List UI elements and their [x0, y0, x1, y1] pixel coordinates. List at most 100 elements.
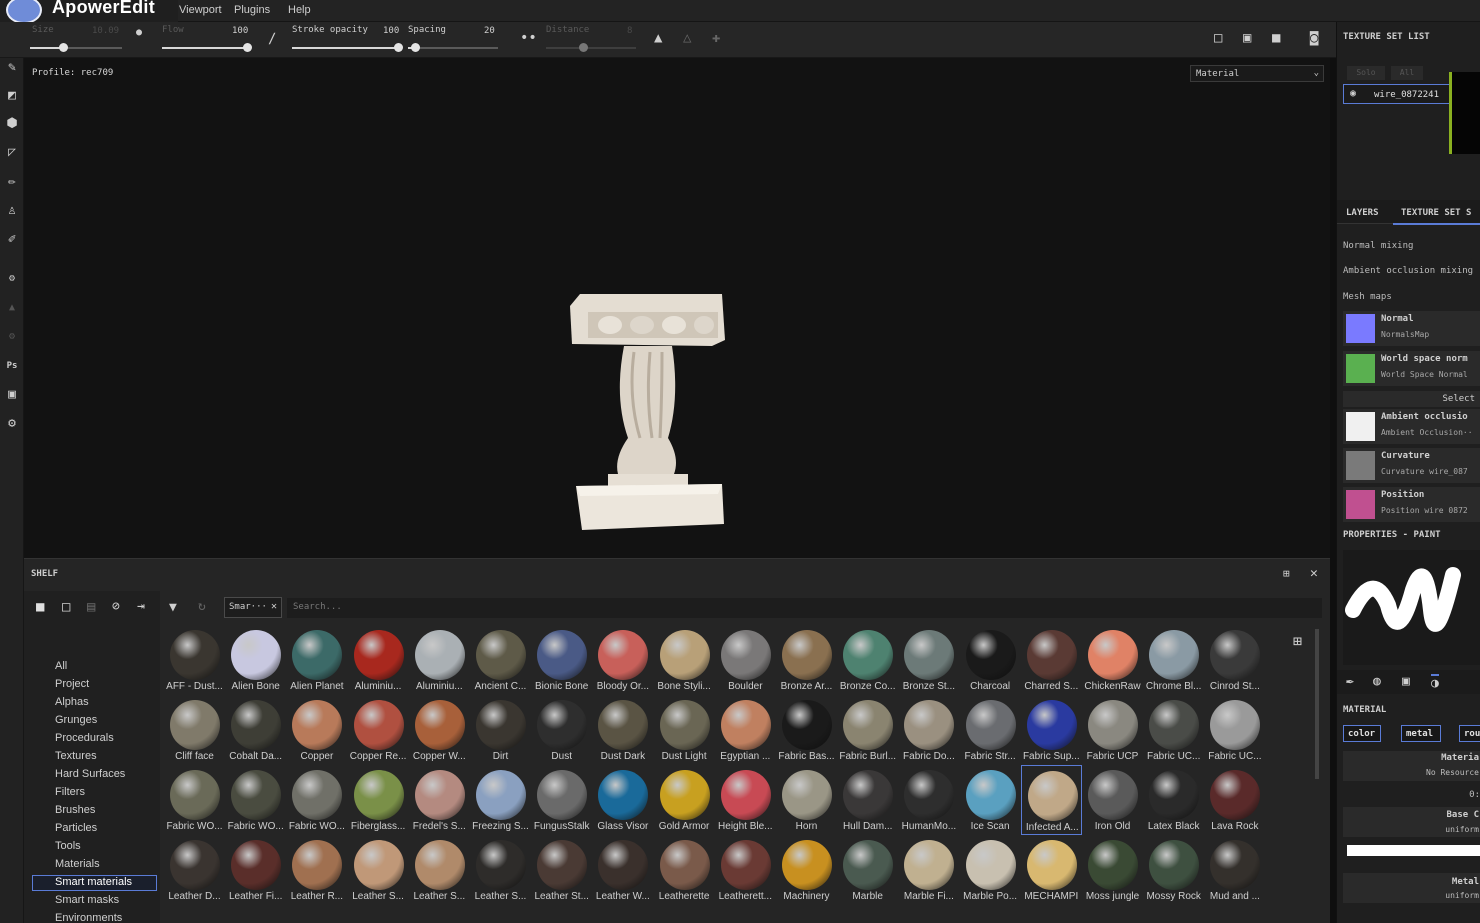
smudge-icon[interactable]: ✏ — [2, 172, 22, 192]
material-tile[interactable]: Fabric Str... — [960, 695, 1021, 765]
radio-icon[interactable]: ◉ — [1350, 88, 1356, 99]
category-hard-surfaces[interactable]: Hard Surfaces — [55, 768, 125, 780]
viewport-2d-icon[interactable]: □ — [1214, 30, 1222, 46]
mesh-map-slot[interactable]: Curvature Curvature wire_087 — [1343, 448, 1480, 483]
channel-metal-button[interactable]: metal — [1401, 725, 1441, 742]
flow-value[interactable]: 100 — [232, 26, 248, 36]
category-textures[interactable]: Textures — [55, 750, 97, 762]
channel-roughness-button[interactable]: rou — [1459, 725, 1480, 742]
hide-icon[interactable]: ⊘ — [112, 599, 120, 614]
material-tile[interactable]: FungusStalk — [531, 765, 592, 835]
screenshot-camera-icon[interactable]: ◙ — [1310, 30, 1318, 46]
eraser-icon[interactable]: ◩ — [2, 86, 22, 106]
material-tile[interactable]: Bloody Or... — [592, 625, 653, 695]
material-tile[interactable]: Gold Armor — [654, 765, 715, 835]
material-tile[interactable]: Mud and ... — [1204, 835, 1265, 905]
material-tile[interactable]: Egyptian ... — [715, 695, 776, 765]
mesh-map-slot[interactable]: Normal NormalsMap — [1343, 311, 1480, 346]
material-tile[interactable]: Infected A... — [1020, 765, 1082, 835]
material-tile[interactable]: Fabric Do... — [898, 695, 959, 765]
distance-slider-knob[interactable] — [579, 43, 588, 52]
material-tile[interactable]: Marble — [837, 835, 898, 905]
filter-chip[interactable]: Smar··· ✕ — [224, 597, 282, 618]
all-button[interactable]: All — [1391, 66, 1423, 80]
menu-plugins[interactable]: Plugins — [234, 4, 270, 16]
symmetry-axis-icon[interactable]: ✚ — [712, 30, 720, 46]
category-all[interactable]: All — [55, 660, 67, 672]
save-icon[interactable]: ▤ — [87, 599, 95, 615]
mesh-map-slot[interactable]: Ambient occlusio Ambient Occlusion·· — [1343, 409, 1480, 444]
paint-brush-icon[interactable]: ✎ — [2, 58, 22, 78]
category-alphas[interactable]: Alphas — [55, 696, 89, 708]
size-slider-knob[interactable] — [59, 43, 68, 52]
material-tile[interactable]: Bronze Co... — [837, 625, 898, 695]
material-tile[interactable]: Fredel's S... — [409, 765, 470, 835]
link-icon[interactable]: ● — [136, 27, 142, 38]
material-tile[interactable]: Fabric UC... — [1204, 695, 1265, 765]
menu-viewport[interactable]: Viewport — [179, 4, 222, 16]
new-item-icon[interactable]: □ — [62, 599, 70, 615]
material-tile[interactable]: Fiberglass... — [348, 765, 409, 835]
material-tile[interactable]: Cinrod St... — [1204, 625, 1265, 695]
shelf-scrollbar[interactable] — [1315, 629, 1319, 779]
material-tile[interactable]: Dirt — [470, 695, 531, 765]
material-tile[interactable]: Fabric WO... — [286, 765, 347, 835]
lazy-mouse-icon[interactable]: •• — [520, 30, 537, 46]
metal-row[interactable]: Metal uniform — [1343, 873, 1480, 903]
tab-texture-set-settings[interactable]: TEXTURE SET S — [1393, 208, 1480, 225]
pen-pressure-icon[interactable]: ∕ — [268, 31, 276, 47]
folder-icon[interactable]: ■ — [36, 599, 44, 615]
category-smart-materials[interactable]: Smart materials — [55, 876, 132, 888]
material-tile[interactable]: Ancient C... — [470, 625, 531, 695]
settings-icon[interactable]: ⚙ — [2, 414, 22, 434]
filter-icon[interactable]: ▼ — [169, 600, 177, 615]
material-tile[interactable]: Bionic Bone — [531, 625, 592, 695]
category-project[interactable]: Project — [55, 678, 89, 690]
category-filters[interactable]: Filters — [55, 786, 85, 798]
projection-icon[interactable]: ⬢ — [2, 114, 22, 134]
refresh-icon[interactable]: ↻ — [198, 599, 206, 614]
material-tile[interactable]: Cliff face — [164, 695, 225, 765]
material-tile[interactable]: Machinery — [776, 835, 837, 905]
material-tile[interactable]: Alien Bone — [225, 625, 286, 695]
spacing-slider[interactable] — [408, 47, 498, 49]
brush-tab-icon[interactable]: ✒ — [1346, 674, 1354, 689]
base-color-swatch[interactable] — [1347, 845, 1480, 856]
distance-slider[interactable] — [546, 47, 636, 49]
material-tile[interactable]: Bronze Ar... — [776, 625, 837, 695]
material-tile[interactable]: Glass Visor — [592, 765, 653, 835]
close-icon[interactable]: ✕ — [1310, 566, 1318, 581]
material-tile[interactable]: Leatherette — [654, 835, 715, 905]
material-tile[interactable]: Aluminiu... — [409, 625, 470, 695]
color-picker-icon[interactable]: ✐ — [2, 230, 22, 250]
size-value[interactable]: 10.09 — [92, 26, 119, 36]
photoshop-icon[interactable]: Ps — [2, 356, 22, 376]
category-tools[interactable]: Tools — [55, 840, 81, 852]
material-tile[interactable]: Latex Black — [1143, 765, 1204, 835]
flow-slider-knob[interactable] — [243, 43, 252, 52]
material-tile[interactable]: Height Ble... — [715, 765, 776, 835]
material-tile[interactable]: Charred S... — [1021, 625, 1082, 695]
size-slider[interactable] — [30, 47, 122, 49]
material-tile[interactable]: Fabric WO... — [164, 765, 225, 835]
material-tile[interactable]: Ice Scan — [960, 765, 1021, 835]
material-resource-row[interactable]: Materia No Resource — [1343, 751, 1480, 781]
material-tile[interactable]: Leatherett... — [715, 835, 776, 905]
distance-value[interactable]: 8 — [627, 26, 632, 36]
material-tile[interactable]: Marble Po... — [960, 835, 1021, 905]
stroke-opacity-value[interactable]: 100 — [383, 26, 399, 36]
camera-video-icon[interactable]: ■ — [1272, 30, 1280, 46]
category-brushes[interactable]: Brushes — [55, 804, 95, 816]
category-smart-masks[interactable]: Smart masks — [55, 894, 119, 906]
material-tile[interactable]: Boulder — [715, 625, 776, 695]
material-tile[interactable]: Charcoal — [960, 625, 1021, 695]
material-tile[interactable]: Leather S... — [470, 835, 531, 905]
bake-icon[interactable]: ⚙ — [2, 269, 22, 289]
material-tile[interactable]: AFF - Dust... — [164, 625, 225, 695]
export-icon[interactable]: ▣ — [2, 385, 22, 405]
category-environments[interactable]: Environments — [55, 912, 122, 923]
material-tile[interactable]: Fabric UC... — [1143, 695, 1204, 765]
symmetry-mirror-icon[interactable]: △ — [683, 30, 691, 46]
channel-color-button[interactable]: color — [1343, 725, 1381, 742]
material-tile[interactable]: Iron Old — [1082, 765, 1143, 835]
